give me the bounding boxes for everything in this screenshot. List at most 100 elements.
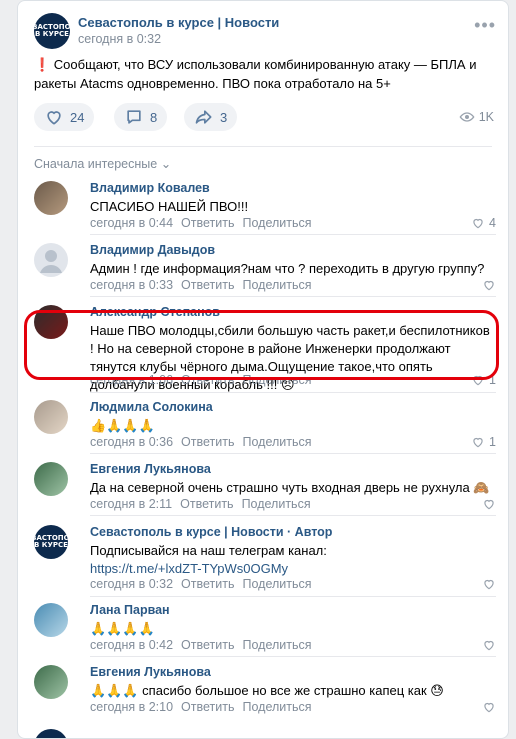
- share-comment-button[interactable]: Поделиться: [242, 435, 311, 449]
- comment-like-button[interactable]: 1: [471, 435, 496, 449]
- comment-like-button[interactable]: [482, 278, 496, 292]
- comment-item: Владимир Давыдов Админ ! где информация?…: [34, 243, 496, 297]
- comment-text: 🙏🙏🙏🙏: [90, 621, 155, 636]
- avatar[interactable]: [34, 305, 68, 339]
- comment-author[interactable]: Евгения Лукьянова: [90, 462, 211, 476]
- group-avatar[interactable]: СЕВАСТОПОЛЬ В КУРСЕ: [34, 13, 70, 49]
- comment-author[interactable]: Владимир Ковалев: [90, 181, 210, 195]
- divider: [90, 392, 496, 393]
- comment-item: Людмила Солокина 👍🙏🙏🙏 сегодня в 0:36 Отве…: [34, 400, 496, 454]
- avatar[interactable]: [34, 243, 68, 277]
- comment-time[interactable]: сегодня в 0:36: [90, 435, 173, 449]
- avatar[interactable]: [34, 603, 68, 637]
- reply-button[interactable]: Ответить: [181, 700, 234, 714]
- share-comment-button[interactable]: Поделиться: [242, 278, 311, 292]
- divider: [90, 515, 496, 516]
- eye-icon: [459, 112, 475, 122]
- comment-author[interactable]: Александр Степанов: [90, 305, 220, 319]
- share-comment-button[interactable]: Поделиться: [242, 497, 311, 511]
- comment-author[interactable]: Севастополь в курсе | Новости · Автор: [90, 525, 332, 539]
- comment-like-count: 4: [489, 216, 496, 230]
- share-comment-button[interactable]: Поделиться: [242, 373, 311, 387]
- share-comment-button[interactable]: Поделиться: [242, 638, 311, 652]
- like-button[interactable]: 24: [34, 103, 95, 131]
- avatar[interactable]: [34, 665, 68, 699]
- comment-author[interactable]: Людмила Солокина: [90, 400, 213, 414]
- post-text: ❗️ Сообщают, что ВСУ использовали комбин…: [34, 57, 477, 91]
- avatar[interactable]: [34, 729, 68, 738]
- reply-button[interactable]: Ответить: [181, 577, 234, 591]
- divider: [90, 296, 496, 297]
- reply-button[interactable]: Ответить: [181, 373, 234, 387]
- comment-meta: сегодня в 2:10 Ответить Поделиться: [90, 700, 312, 714]
- comment-item: Лана Парван 🙏🙏🙏🙏 сегодня в 0:42 Ответить П…: [34, 603, 496, 657]
- comment-time[interactable]: сегодня в 2:10: [90, 700, 173, 714]
- heart-icon: [47, 111, 61, 125]
- comment-author[interactable]: Евгения Лукьянова: [90, 665, 211, 679]
- comment-like-button[interactable]: [482, 638, 496, 652]
- comment-meta: сегодня в 0:44 Ответить Поделиться: [90, 216, 312, 230]
- comment-count: 8: [150, 109, 158, 125]
- comment-like-button[interactable]: [482, 700, 496, 714]
- sort-dropdown[interactable]: Сначала интересные ⌄: [34, 156, 171, 171]
- avatar[interactable]: СЕВАСТОПОЛЬ В КУРСЕ: [34, 525, 68, 559]
- heart-icon: [484, 579, 494, 590]
- divider: [90, 656, 496, 657]
- comment-time[interactable]: сегодня в 0:42: [90, 638, 173, 652]
- heart-icon: [473, 375, 483, 386]
- telegram-link[interactable]: https://t.me/+lxdZT-TYpWs0OGMy: [90, 560, 490, 578]
- share-comment-button[interactable]: Поделиться: [242, 700, 311, 714]
- group-logo-text: СЕВАСТОПОЛЬ В КУРСЕ: [34, 23, 70, 38]
- comment-author[interactable]: Владимир Давыдов: [90, 243, 215, 257]
- comment-like-button[interactable]: [482, 497, 496, 511]
- comment-time[interactable]: сегодня в 0:33: [90, 278, 173, 292]
- reply-button[interactable]: Ответить: [181, 216, 234, 230]
- post-card: СЕВАСТОПОЛЬ В КУРСЕ Севастополь в курсе …: [17, 0, 509, 739]
- heart-icon: [484, 640, 494, 651]
- post-time[interactable]: сегодня в 0:32: [78, 32, 161, 46]
- comment-item: Евгения Лукьянова 🙏🙏🙏 спасибо большое но…: [34, 665, 496, 715]
- reply-button[interactable]: Ответить: [181, 278, 234, 292]
- comment-button[interactable]: 8: [114, 103, 168, 131]
- share-button[interactable]: 3: [184, 103, 238, 131]
- comment-like-count: 1: [489, 435, 496, 449]
- comment-meta: сегодня в 0:42 Ответить Поделиться: [90, 638, 312, 652]
- reply-button[interactable]: Ответить: [181, 435, 234, 449]
- heart-icon: [484, 702, 494, 713]
- reply-button[interactable]: Ответить: [181, 638, 234, 652]
- comment-icon: [127, 110, 141, 124]
- group-name-link[interactable]: Севастополь в курсе | Новости: [78, 15, 279, 30]
- share-comment-button[interactable]: Поделиться: [242, 577, 311, 591]
- more-icon[interactable]: •••: [474, 15, 496, 36]
- comment-author[interactable]: Лана Парван: [90, 603, 170, 617]
- divider: [90, 596, 496, 597]
- comment-meta: сегодня в 0:33 Ответить Поделиться: [90, 278, 312, 292]
- user-placeholder-icon: [40, 250, 62, 273]
- share-icon: [195, 110, 212, 124]
- comment-item: Евгения Лукьянова Да на северной очень с…: [34, 462, 496, 516]
- share-comment-button[interactable]: Поделиться: [242, 216, 311, 230]
- comment-text: Админ ! где информация?нам что ? переход…: [90, 261, 485, 276]
- share-count: 3: [220, 109, 228, 125]
- comment-like-button[interactable]: 4: [471, 216, 496, 230]
- comment-like-button[interactable]: [482, 577, 496, 591]
- comment-text: 🙏🙏🙏 спасибо большое но все же страшно ка…: [90, 683, 444, 698]
- comment-text: 👍🙏🙏🙏: [90, 418, 155, 433]
- comment-time[interactable]: сегодня в 0:32: [90, 577, 173, 591]
- comment-like-count: 1: [489, 373, 496, 387]
- views-counter: 1K: [459, 109, 494, 125]
- comment-like-button[interactable]: 1: [471, 373, 496, 387]
- comment-meta: сегодня в 0:32 Ответить Поделиться: [90, 577, 312, 591]
- comment-time[interactable]: сегодня в 2:11: [90, 497, 172, 511]
- avatar[interactable]: [34, 400, 68, 434]
- comment-time[interactable]: сегодня в 0:44: [90, 216, 173, 230]
- heart-icon: [473, 218, 483, 229]
- comment-time[interactable]: сегодня в 1:06: [90, 373, 173, 387]
- comment-item: Александр Степанов Наше ПВО молодцы,сбил…: [34, 305, 496, 393]
- reply-button[interactable]: Ответить: [180, 497, 233, 511]
- avatar[interactable]: [34, 462, 68, 496]
- avatar[interactable]: [34, 181, 68, 215]
- comment-text: СПАСИБО НАШЕЙ ПВО!!!: [90, 199, 249, 214]
- heart-icon: [484, 280, 494, 291]
- comment-text: Да на северной очень страшно чуть входна…: [90, 480, 490, 495]
